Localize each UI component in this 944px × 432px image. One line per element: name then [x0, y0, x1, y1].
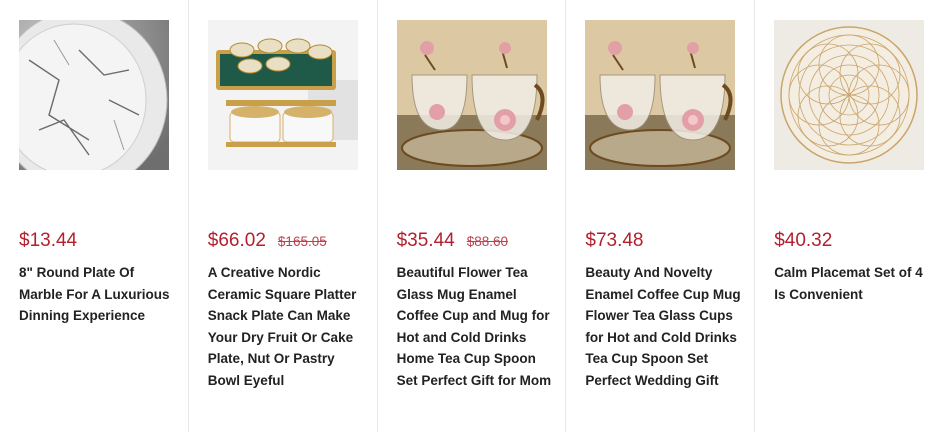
product-card[interactable]: $35.44 $88.60 Beautiful Flower Tea Glass… — [378, 0, 567, 432]
product-card[interactable]: $13.44 8" Round Plate Of Marble For A Lu… — [0, 0, 189, 432]
product-price: $13.44 — [19, 230, 78, 251]
product-price: $73.48 — [585, 230, 644, 251]
product-image-enamel-coffee-cup[interactable] — [585, 20, 736, 170]
product-price: $40.32 — [774, 230, 833, 251]
product-title[interactable]: Beautiful Flower Tea Glass Mug Enamel Co… — [397, 262, 557, 392]
product-image-nordic-platter[interactable] — [207, 20, 358, 170]
product-title[interactable]: 8" Round Plate Of Marble For A Luxurious… — [19, 262, 179, 327]
product-image-flower-tea-glass[interactable] — [396, 20, 547, 170]
price-row: $13.44 — [19, 229, 188, 253]
product-card[interactable]: $73.48 Beauty And Novelty Enamel Coffee … — [566, 0, 756, 432]
price-row: $73.48 — [585, 229, 754, 253]
product-image-placemat[interactable] — [774, 20, 925, 170]
product-image-marble-plate[interactable] — [19, 20, 169, 170]
product-card[interactable]: $40.32 Calm Placemat Set of 4 Is Conveni… — [755, 0, 944, 432]
price-row: $35.44 $88.60 — [397, 229, 566, 253]
product-old-price: $88.60 — [466, 234, 509, 249]
price-row: $40.32 — [774, 229, 944, 253]
product-title[interactable]: Calm Placemat Set of 4 Is Convenient — [774, 262, 934, 305]
product-price: $35.44 — [396, 230, 455, 251]
product-card[interactable]: $66.02 $165.05 A Creative Nordic Ceramic… — [189, 0, 378, 432]
product-title[interactable]: A Creative Nordic Ceramic Square Platter… — [208, 262, 368, 392]
product-grid: $13.44 8" Round Plate Of Marble For A Lu… — [0, 0, 944, 432]
product-title[interactable]: Beauty And Novelty Enamel Coffee Cup Mug… — [585, 262, 745, 392]
price-row: $66.02 $165.05 — [208, 229, 377, 253]
product-price: $66.02 — [207, 230, 266, 251]
product-old-price: $165.05 — [277, 234, 327, 249]
